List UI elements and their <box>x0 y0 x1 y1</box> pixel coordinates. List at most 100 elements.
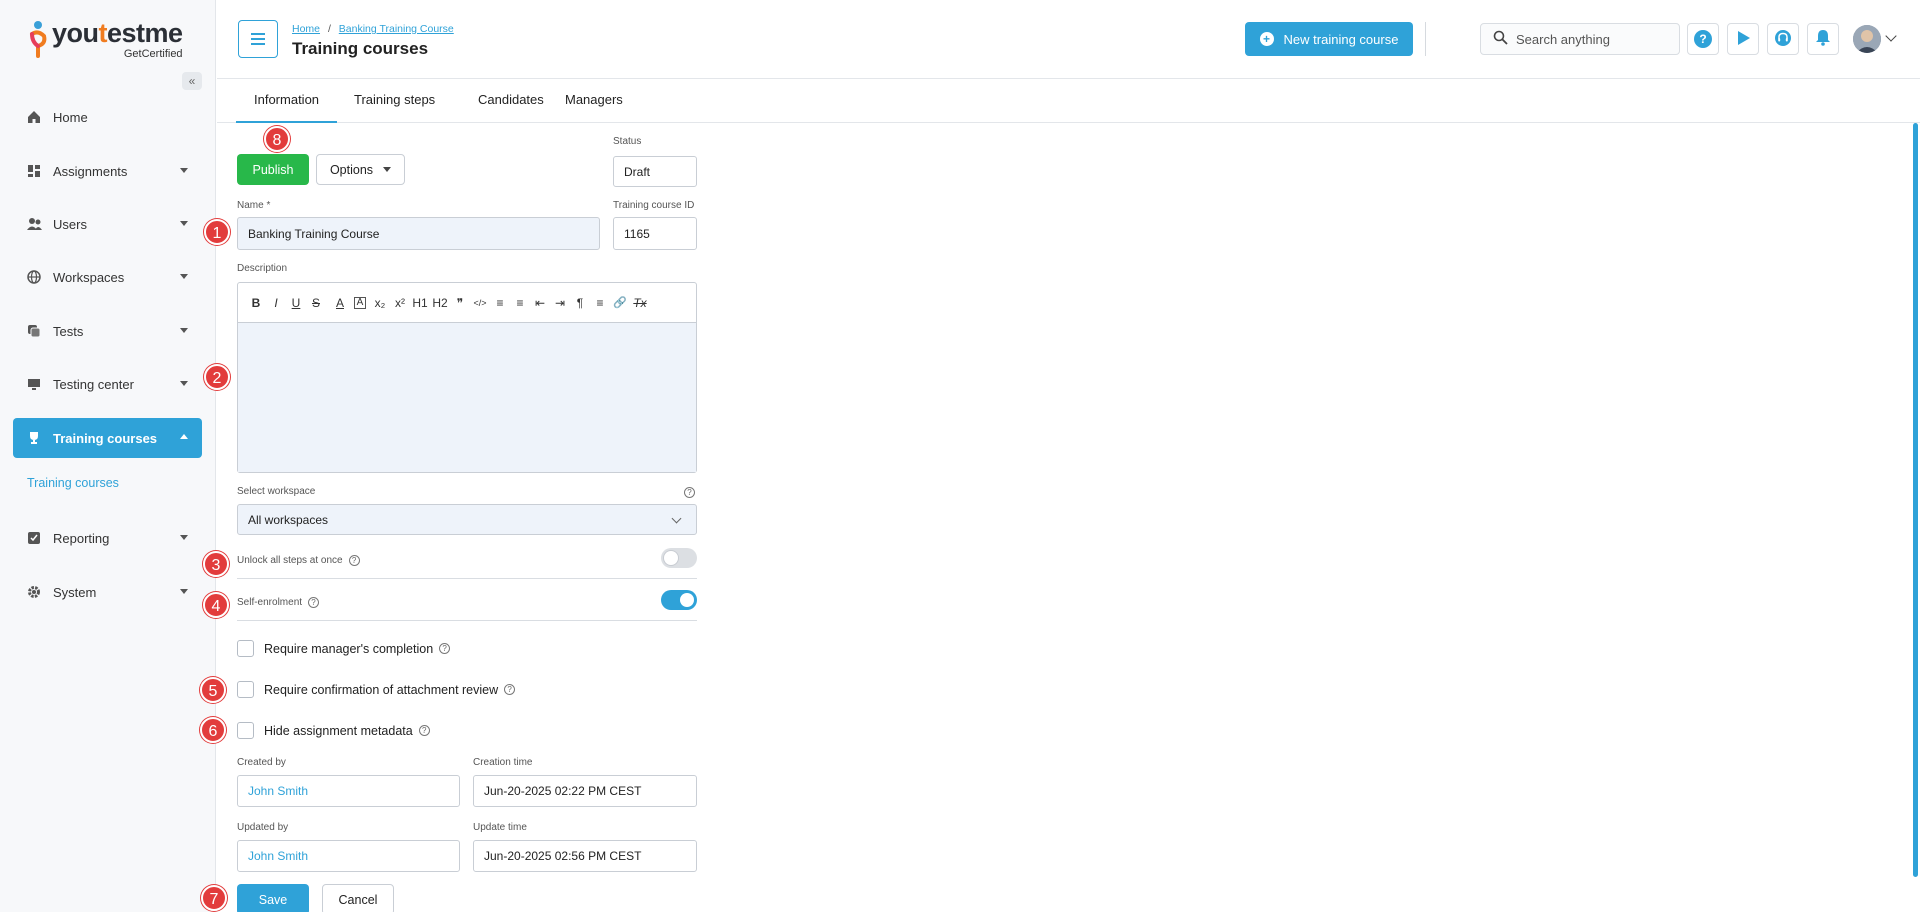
sidebar-item-label: Training courses <box>53 430 158 446</box>
play-button[interactable] <box>1727 23 1759 55</box>
help-circle-icon[interactable]: ? <box>684 487 695 498</box>
hide-metadata-checkbox[interactable] <box>237 722 254 739</box>
superscript-icon[interactable]: x² <box>390 293 410 313</box>
menu-toggle-button[interactable] <box>238 20 278 58</box>
logo[interactable]: youtestme GetCertified <box>28 20 183 64</box>
sidebar-item-label: Testing center <box>53 376 134 392</box>
header-divider <box>1425 22 1426 56</box>
trophy-icon <box>25 429 43 447</box>
status-field: Draft <box>613 156 697 187</box>
gear-icon <box>25 583 43 601</box>
logo-word-c: estme <box>107 18 183 48</box>
support-button[interactable] <box>1767 23 1799 55</box>
sidebar-item-testing-center[interactable]: Testing center <box>13 364 202 404</box>
creation-time-label: Creation time <box>473 757 533 768</box>
align-icon[interactable]: ≡ <box>590 293 610 313</box>
collapse-sidebar-icon[interactable]: « <box>182 72 202 90</box>
tab-information[interactable]: Information <box>236 80 338 123</box>
heading1-icon[interactable]: H1 <box>410 293 430 313</box>
description-editor[interactable]: B I U S A A x₂ x² H1 H2 ❞ </> ≡ ≡ ⇤ ⇥ ¶ … <box>237 282 697 473</box>
chevron-down-icon <box>180 168 188 173</box>
callout-badge: 5 <box>200 677 226 703</box>
new-training-course-button[interactable]: + New training course <box>1245 22 1413 56</box>
sidebar-item-label: Tests <box>53 323 84 339</box>
notifications-button[interactable] <box>1807 23 1839 55</box>
created-by-label: Created by <box>237 757 286 768</box>
callout-badge: 3 <box>203 551 229 577</box>
ordered-list-icon[interactable]: ≡ <box>490 293 510 313</box>
search-placeholder: Search anything <box>1516 31 1610 47</box>
self-enrolment-toggle[interactable] <box>661 590 697 610</box>
divider <box>237 578 697 579</box>
options-button[interactable]: Options <box>316 154 405 185</box>
outdent-icon[interactable]: ⇤ <box>530 293 550 313</box>
users-icon <box>25 215 43 233</box>
chevron-down-icon <box>180 221 188 226</box>
clear-format-icon[interactable]: Tx <box>630 293 650 313</box>
workspace-select[interactable]: All workspaces <box>237 504 697 535</box>
indent-icon[interactable]: ⇥ <box>550 293 570 313</box>
bold-icon[interactable]: B <box>246 293 266 313</box>
bell-icon <box>1815 29 1831 49</box>
breadcrumb-current-link[interactable]: Banking Training Course <box>339 23 454 35</box>
play-icon <box>1735 30 1751 49</box>
home-icon <box>25 108 43 126</box>
underline-icon[interactable]: U <box>286 293 306 313</box>
new-training-course-label: New training course <box>1283 31 1399 47</box>
save-button[interactable]: Save <box>237 884 309 912</box>
help-button[interactable]: ? <box>1687 23 1719 55</box>
sidebar-item-home[interactable]: Home <box>13 97 202 137</box>
updated-by-label: Updated by <box>237 822 289 833</box>
editor-body[interactable] <box>238 323 696 472</box>
cancel-button[interactable]: Cancel <box>322 884 394 912</box>
avatar[interactable] <box>1853 25 1881 53</box>
tab-training-steps[interactable]: Training steps <box>336 80 453 123</box>
code-icon[interactable]: </> <box>470 293 490 313</box>
search-input[interactable]: Search anything <box>1480 23 1680 55</box>
strikethrough-icon[interactable]: S <box>306 293 326 313</box>
publish-button[interactable]: Publish <box>237 154 309 185</box>
sidebar-item-label: Home <box>53 109 88 125</box>
help-circle-icon[interactable]: ? <box>439 643 451 654</box>
callout-badge: 6 <box>200 717 226 743</box>
name-input[interactable]: Banking Training Course <box>237 217 600 250</box>
bullet-list-icon[interactable]: ≡ <box>510 293 530 313</box>
creation-time-field: Jun-20-2025 02:22 PM CEST <box>473 775 697 807</box>
sidebar-item-workspaces[interactable]: Workspaces <box>13 257 202 297</box>
chevron-down-icon <box>180 328 188 333</box>
paragraph-direction-icon[interactable]: ¶ <box>570 293 590 313</box>
unlock-steps-toggle[interactable] <box>661 548 697 568</box>
sidebar-item-assignments[interactable]: Assignments <box>13 151 202 191</box>
chevron-down-icon[interactable] <box>1885 30 1897 42</box>
report-icon <box>25 529 43 547</box>
subscript-icon[interactable]: x₂ <box>370 293 390 313</box>
update-time-label: Update time <box>473 822 527 833</box>
page-title: Training courses <box>292 39 429 58</box>
italic-icon[interactable]: I <box>266 293 286 313</box>
created-by-field[interactable]: John Smith <box>237 775 460 807</box>
require-manager-checkbox[interactable] <box>237 640 254 657</box>
callout-badge: 2 <box>204 364 230 390</box>
help-circle-icon[interactable]: ? <box>348 555 360 566</box>
heading2-icon[interactable]: H2 <box>430 293 450 313</box>
tab-managers[interactable]: Managers <box>547 80 641 123</box>
help-circle-icon[interactable]: ? <box>308 597 320 608</box>
help-circle-icon[interactable]: ? <box>504 684 516 695</box>
scrollbar[interactable] <box>1913 123 1918 877</box>
sidebar-item-tests[interactable]: Tests <box>13 311 202 351</box>
font-color-icon[interactable]: A <box>330 293 350 313</box>
highlight-icon[interactable]: A <box>354 296 366 309</box>
link-icon[interactable]: 🔗 <box>610 293 630 313</box>
updated-by-field[interactable]: John Smith <box>237 840 460 872</box>
sidebar-item-training-courses[interactable]: Training courses <box>13 418 202 458</box>
require-confirm-checkbox[interactable] <box>237 681 254 698</box>
sidebar-item-reporting[interactable]: Reporting <box>13 518 202 558</box>
callout-badge: 1 <box>204 219 230 245</box>
sidebar-subitem-training-courses[interactable]: Training courses <box>27 476 119 490</box>
sidebar-item-system[interactable]: System <box>13 572 202 612</box>
quote-icon[interactable]: ❞ <box>450 293 470 313</box>
sidebar-item-users[interactable]: Users <box>13 204 202 244</box>
help-circle-icon[interactable]: ? <box>418 725 430 736</box>
workspace-label: Select workspace <box>237 486 316 497</box>
breadcrumb-home-link[interactable]: Home <box>292 23 320 35</box>
